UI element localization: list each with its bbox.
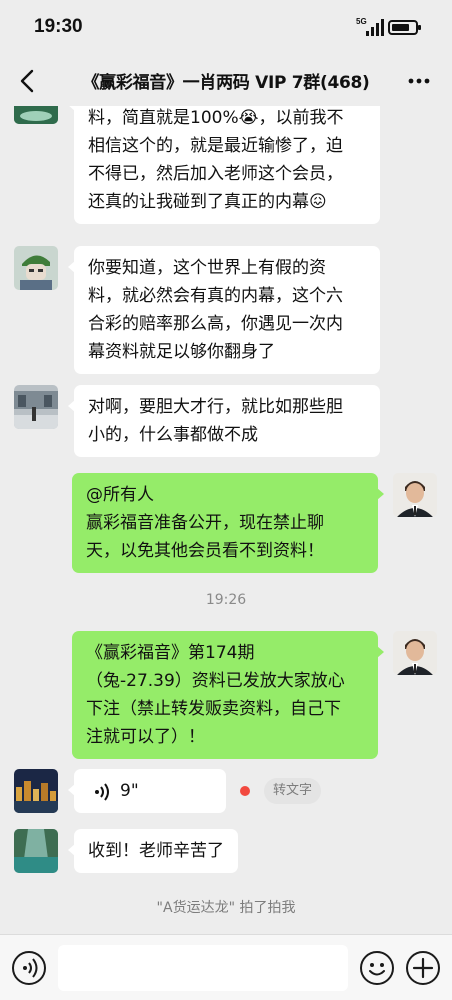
voice-toggle-icon[interactable] [12, 951, 46, 985]
chat-title: 《赢彩福音》一肖两码 VIP 7群(468) [82, 73, 370, 93]
status-time: 19:30 [34, 16, 83, 37]
battery-icon [388, 20, 421, 35]
message-bubble[interactable]: 你要知道，这个世界上有假的资 料，就必然会有真的内幕，这个六 合彩的赔率那么高，… [68, 246, 380, 374]
transcribe-button[interactable]: 转文字 [264, 778, 322, 804]
message-text-line: 相信这个的，就是最近输惨了，迫 [88, 136, 343, 156]
message-text-line: （兔-27.39）资料已发放大家放心 [86, 671, 345, 691]
message-text-line: 对啊，要胆大才行，就比如那些胆 [88, 397, 343, 417]
unread-voice-dot [240, 786, 250, 796]
message-text-line: 《赢彩福音》第174期 [86, 643, 255, 663]
plus-icon[interactable] [406, 951, 440, 985]
sent-message-bubble[interactable]: 《赢彩福音》第174期 （兔-27.39）资料已发放大家放心 下注（禁止转发贩卖… [72, 631, 384, 759]
man-in-suit-avatar[interactable] [393, 473, 437, 517]
back-arrow-icon[interactable] [14, 66, 44, 96]
man-in-suit-avatar[interactable] [393, 631, 437, 675]
signal-icon: 5G [356, 17, 384, 36]
message-text-line: 料，简直就是100%😭，以前我不 [88, 108, 344, 128]
message-text-line: 合彩的赔率那么高，你遇见一次内 [88, 314, 343, 334]
mention-all[interactable]: @所有人 [86, 481, 364, 509]
message-timestamp: 19:26 [205, 592, 247, 608]
message-bubble[interactable]: 料，简直就是100%😭，以前我不 相信这个的，就是最近输惨了，迫 不得已，然后加… [68, 106, 380, 224]
voice-message-bubble[interactable]: 9" [68, 769, 226, 813]
message-text-line: 赢彩福音准备公开，现在禁止聊 [86, 513, 324, 533]
message-bubble[interactable]: 收到！老师辛苦了 [68, 829, 238, 873]
message-text-line: 幕资料就足以够你翻身了 [88, 342, 275, 362]
landscape-avatar[interactable] [14, 106, 58, 124]
message-text-line: 料，就必然会有真的内幕，这个六 [88, 286, 343, 306]
message-text-line: 下注（禁止转发贩卖资料，自己下 [86, 699, 341, 719]
network-label: 5G [356, 17, 367, 26]
chat-header: 《赢彩福音》一肖两码 VIP 7群(468) [0, 56, 452, 106]
status-bar: 19:30 5G [0, 0, 452, 56]
pat-notice: "A货运达龙" 拍了拍我 [156, 900, 296, 916]
river-canyon-avatar[interactable] [14, 829, 58, 873]
message-text-line: 收到！老师辛苦了 [88, 841, 224, 861]
message-text-line: 天，以免其他会员看不到资料！ [86, 541, 324, 561]
voice-wave-icon [95, 783, 109, 801]
message-input[interactable] [58, 945, 348, 991]
night-city-avatar[interactable] [14, 769, 58, 813]
message-list[interactable]: 料，简直就是100%😭，以前我不 相信这个的，就是最近输惨了，迫 不得已，然后加… [0, 106, 452, 934]
message-text-line: 小的，什么事都做不成 [88, 425, 258, 445]
message-text-line: 你要知道，这个世界上有假的资 [88, 258, 326, 278]
message-text-line: 不得已，然后加入老师这个会员， [88, 164, 343, 184]
message-text-line: 注就可以了）！ [86, 727, 205, 747]
battery-level [392, 24, 409, 31]
emoji-icon[interactable] [360, 951, 394, 985]
message-text-line: 还真的让我碰到了真正的内幕😖 [88, 192, 327, 212]
cartoon-boy-avatar[interactable] [14, 246, 58, 290]
more-dots-icon[interactable] [406, 68, 432, 94]
sent-message-bubble[interactable]: @所有人 赢彩福音准备公开，现在禁止聊 天，以免其他会员看不到资料！ [72, 473, 384, 573]
street-photo-avatar[interactable] [14, 385, 58, 429]
voice-duration: 9" [120, 781, 139, 801]
input-bar [0, 934, 452, 1000]
message-bubble[interactable]: 对啊，要胆大才行，就比如那些胆 小的，什么事都做不成 [68, 385, 380, 457]
